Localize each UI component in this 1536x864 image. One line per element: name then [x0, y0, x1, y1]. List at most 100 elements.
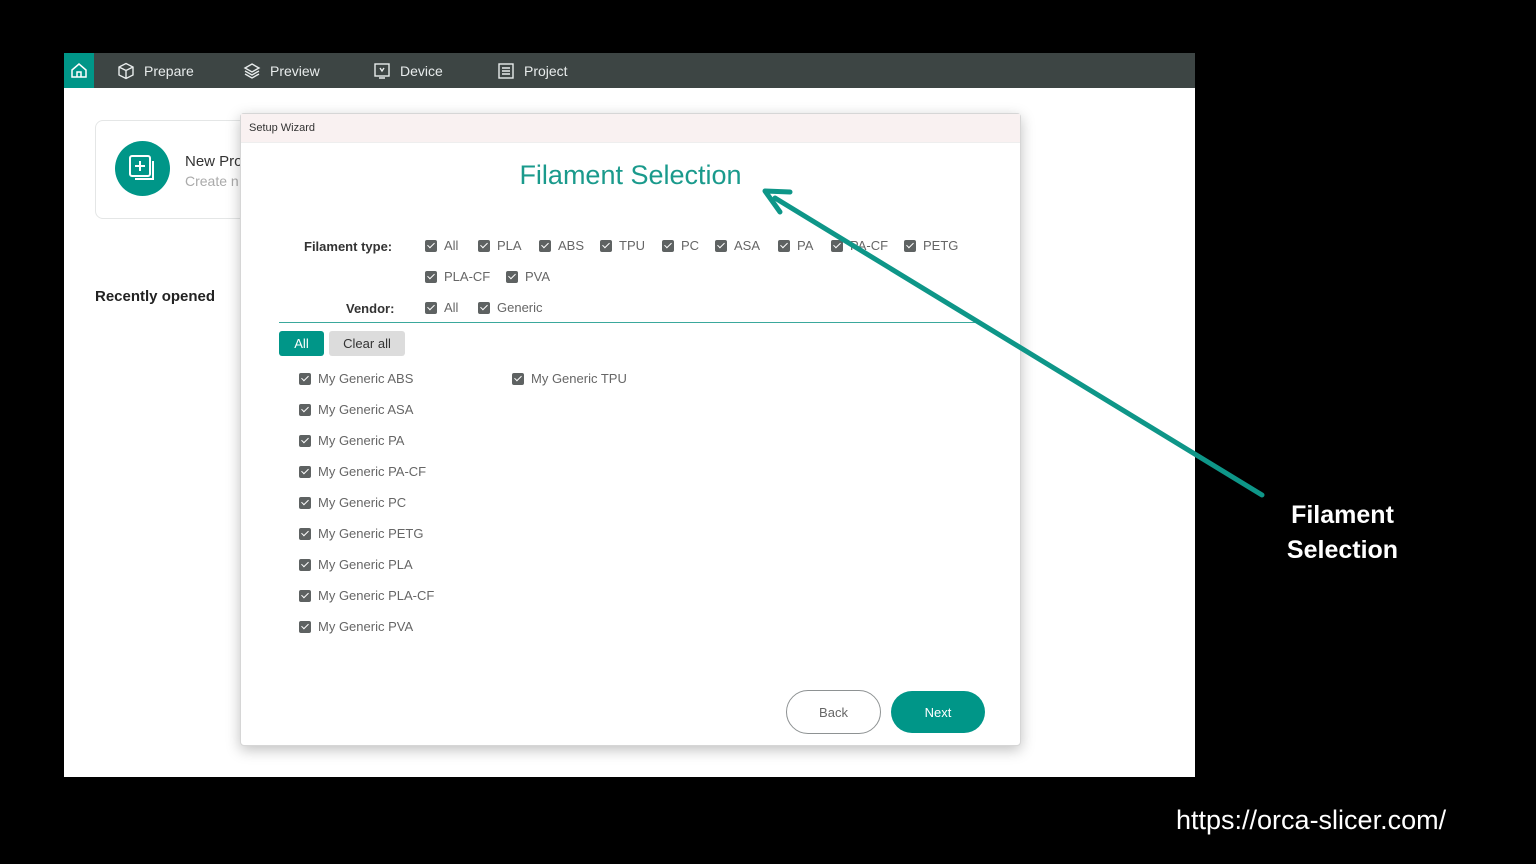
filament-type-checkbox-pa-cf[interactable]: PA-CF	[831, 238, 888, 253]
checkbox-label: PA	[797, 238, 814, 253]
filament-type-checkbox-pa[interactable]: PA	[778, 238, 813, 253]
filament-type-checkbox-tpu[interactable]: TPU	[600, 238, 645, 253]
tab-prepare-label: Prepare	[144, 62, 194, 79]
checkbox-checked-icon	[478, 301, 490, 314]
filament-item-petg[interactable]: My Generic PETG	[299, 526, 423, 541]
checkbox-checked-icon	[425, 239, 437, 252]
filament-type-checkbox-pva[interactable]: PVA	[506, 269, 550, 284]
home-button[interactable]	[64, 53, 94, 88]
checkbox-label: TPU	[619, 238, 645, 253]
checkbox-label: All	[444, 238, 459, 253]
monitor-icon	[374, 62, 390, 79]
filament-item-label: My Generic ABS	[318, 371, 414, 386]
select-all-button[interactable]: All	[279, 331, 324, 356]
checkbox-checked-icon	[425, 301, 437, 314]
filament-item-pva[interactable]: My Generic PVA	[299, 619, 413, 634]
filament-item-pla-cf[interactable]: My Generic PLA-CF	[299, 588, 434, 603]
annotation-line-1: Filament	[1291, 501, 1394, 529]
filament-item-asa[interactable]: My Generic ASA	[299, 402, 413, 417]
checkbox-checked-icon	[299, 434, 311, 447]
annotation-line-2: Selection	[1286, 536, 1399, 564]
filament-type-checkbox-petg[interactable]: PETG	[904, 238, 958, 253]
new-project-icon	[115, 141, 170, 196]
checkbox-checked-icon	[512, 372, 524, 385]
dialog-title: Setup Wizard	[249, 122, 316, 134]
filament-type-checkbox-pla[interactable]: PLA	[478, 238, 522, 253]
checkbox-label: ABS	[558, 238, 585, 253]
checkbox-checked-icon	[904, 239, 916, 252]
filament-type-checkbox-abs[interactable]: ABS	[539, 238, 584, 253]
vendor-checkbox-generic[interactable]: Generic	[478, 300, 543, 315]
filament-item-label: My Generic PLA-CF	[318, 588, 435, 603]
next-button[interactable]: Next	[891, 691, 985, 733]
filament-type-checkbox-pla-cf[interactable]: PLA-CF	[425, 269, 490, 284]
filament-type-checkbox-asa[interactable]: ASA	[715, 238, 760, 253]
filament-item-label: My Generic PC	[318, 495, 407, 510]
vendor-checkbox-all[interactable]: All	[425, 300, 458, 315]
checkbox-checked-icon	[299, 558, 311, 571]
tab-project[interactable]: Project	[497, 53, 568, 88]
checkbox-checked-icon	[662, 239, 674, 252]
filament-item-label: My Generic PETG	[318, 526, 424, 541]
clear-all-button[interactable]: Clear all	[329, 331, 405, 356]
filament-item-pla[interactable]: My Generic PLA	[299, 557, 413, 572]
filament-item-pc[interactable]: My Generic PC	[299, 495, 406, 510]
filament-item-label: My Generic ASA	[318, 402, 414, 417]
checkbox-checked-icon	[299, 465, 311, 478]
filament-item-pa[interactable]: My Generic PA	[299, 433, 404, 448]
checkbox-label: PC	[681, 238, 700, 253]
tab-preview-label: Preview	[270, 62, 320, 79]
checkbox-label: All	[444, 300, 459, 315]
checkbox-checked-icon	[299, 620, 311, 633]
add-project-icon	[129, 155, 154, 180]
checkbox-label: Generic	[497, 300, 543, 315]
filament-item-label: My Generic PLA	[318, 557, 413, 572]
checkbox-label: PETG	[923, 238, 959, 253]
filament-item-label: My Generic PVA	[318, 619, 414, 634]
back-button[interactable]: Back	[786, 690, 881, 734]
home-icon	[71, 63, 87, 78]
divider	[279, 322, 979, 323]
new-project-subtitle: Create n	[185, 173, 239, 189]
filament-type-checkbox-pc[interactable]: PC	[662, 238, 699, 253]
tab-device-label: Device	[400, 62, 443, 79]
tab-prepare[interactable]: Prepare	[117, 53, 194, 88]
filament-item-tpu[interactable]: My Generic TPU	[512, 371, 627, 386]
checkbox-label: PLA	[497, 238, 522, 253]
filament-item-label: My Generic PA-CF	[318, 464, 427, 479]
checkbox-label: PA-CF	[850, 238, 889, 253]
filament-type-label: Filament type:	[304, 239, 393, 254]
list-icon	[498, 62, 514, 79]
filament-item-label: My Generic TPU	[531, 371, 627, 386]
checkbox-checked-icon	[715, 239, 727, 252]
checkbox-checked-icon	[425, 270, 437, 283]
checkbox-checked-icon	[831, 239, 843, 252]
checkbox-label: PLA-CF	[444, 269, 491, 284]
website-url: https://orca-slicer.com/	[1176, 805, 1447, 835]
filament-item-abs[interactable]: My Generic ABS	[299, 371, 413, 386]
checkbox-checked-icon	[299, 372, 311, 385]
annotation-label: Filament Selection	[1260, 498, 1425, 568]
filament-item-label: My Generic PA	[318, 433, 405, 448]
checkbox-checked-icon	[506, 270, 518, 283]
top-navigation-bar: Prepare Preview Device Project	[64, 53, 1195, 88]
cube-icon	[118, 62, 134, 79]
checkbox-checked-icon	[539, 239, 551, 252]
checkbox-checked-icon	[299, 496, 311, 509]
filament-type-checkbox-all[interactable]: All	[425, 238, 458, 253]
checkbox-checked-icon	[478, 239, 490, 252]
app-window: Prepare Preview Device Project New Pro C…	[64, 53, 1195, 777]
checkbox-checked-icon	[299, 527, 311, 540]
new-project-title: New Pro	[185, 153, 243, 170]
filament-item-pa-cf[interactable]: My Generic PA-CF	[299, 464, 426, 479]
recently-opened-heading: Recently opened	[95, 288, 216, 305]
layers-icon	[243, 62, 261, 79]
vendor-label: Vendor:	[346, 301, 395, 316]
page-title: Filament Selection	[519, 160, 742, 190]
tab-project-label: Project	[524, 62, 568, 79]
checkbox-checked-icon	[600, 239, 612, 252]
tab-device[interactable]: Device	[373, 53, 443, 88]
checkbox-checked-icon	[778, 239, 790, 252]
dialog-titlebar: Setup Wizard	[241, 114, 1020, 143]
tab-preview[interactable]: Preview	[243, 53, 320, 88]
